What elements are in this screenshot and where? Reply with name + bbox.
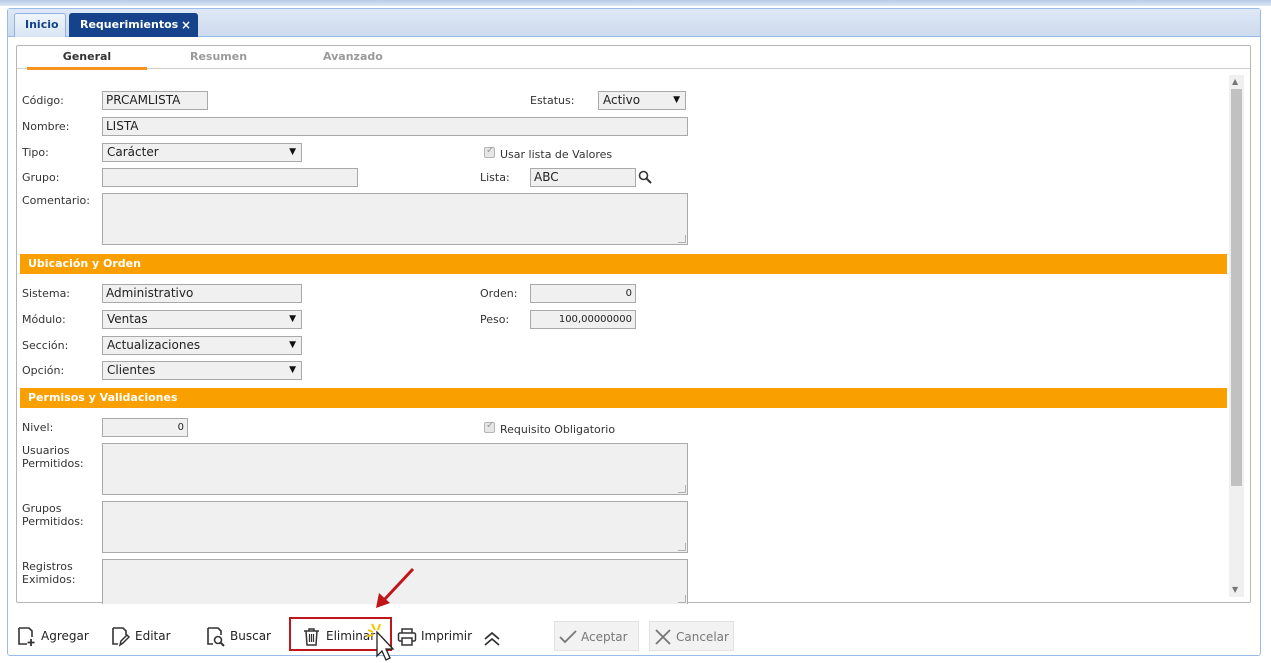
modulo-label: Módulo: [22,313,66,326]
comentario-label: Comentario: [22,194,90,207]
grupo-label: Grupo: [22,171,60,184]
usar-lista-label: Usar lista de Valores [500,148,613,161]
seccion-select[interactable]: Actualizaciones ▼ [102,336,302,355]
dropdown-caret-icon: ▼ [289,147,296,157]
red-arrow-annotation [376,567,415,608]
nombre-label: Nombre: [22,120,70,133]
tab-inicio[interactable]: Inicio [14,13,66,37]
close-icon[interactable]: × [181,14,191,36]
aceptar-button[interactable]: Aceptar [554,621,639,651]
tab-bar: Inicio Requerimientos × [8,9,1260,37]
dropdown-caret-icon: ▼ [289,314,296,324]
modulo-select[interactable]: Ventas ▼ [102,310,302,329]
usuarios-label: Usuarios Permitidos: [22,444,84,470]
scroll-up-icon[interactable]: ▲ [1232,77,1238,86]
tab-resumen[interactable]: Resumen [190,50,247,63]
grupo-field[interactable] [102,168,358,187]
subtab-bar: General Resumen Avanzado [17,46,1250,70]
orden-label: Orden: [480,287,518,300]
dropdown-caret-icon: ▼ [673,95,680,105]
search-icon[interactable] [638,170,652,184]
add-document-icon [18,627,35,646]
edit-document-icon [112,627,131,647]
peso-label: Peso: [480,313,510,326]
grupos-textarea[interactable] [102,501,688,553]
estatus-select[interactable]: Activo ▼ [598,91,686,110]
comentario-textarea[interactable] [102,193,688,245]
editar-button[interactable]: Editar [111,621,181,651]
seccion-label: Sección: [22,339,69,352]
nivel-label: Nivel: [22,421,54,434]
codigo-label: Código: [22,94,64,107]
printer-icon [397,628,417,646]
tab-avanzado[interactable]: Avanzado [323,50,383,63]
sistema-field[interactable]: Administrativo [102,284,302,303]
search-document-icon [207,627,225,647]
sistema-label: Sistema: [22,287,71,300]
form-panel: General Resumen Avanzado Código: PRCAMLI… [16,45,1251,604]
dropdown-caret-icon: ▼ [289,365,296,375]
lista-label: Lista: [480,171,510,184]
top-border [0,0,1271,6]
opcion-select[interactable]: Clientes ▼ [102,361,302,380]
buscar-button[interactable]: Buscar [206,621,276,651]
vertical-scrollbar[interactable]: ▲ ▼ [1229,75,1244,597]
tab-requerimientos[interactable]: Requerimientos × [69,13,198,37]
usuarios-textarea[interactable] [102,443,688,495]
peso-field[interactable]: 100,00000000 [530,310,636,329]
mouse-cursor-icon [366,623,395,661]
ubicacion-section-header: Ubicación y Orden [20,254,1227,274]
permisos-section-header: Permisos y Validaciones [20,388,1227,408]
lista-field[interactable]: ABC [530,168,636,187]
trash-icon [304,628,319,646]
requisito-checkbox[interactable] [484,420,495,433]
agregar-button[interactable]: Agregar [17,621,97,651]
main-window: Inicio Requerimientos × General Resumen … [7,8,1261,656]
dropdown-caret-icon: ▼ [289,340,296,350]
cancelar-button[interactable]: Cancelar [649,621,734,651]
tipo-select[interactable]: Carácter ▼ [102,143,302,162]
action-toolbar: Agregar Editar Buscar Eliminar Imprimir … [8,611,1260,655]
scrollbar-thumb[interactable] [1231,89,1242,486]
scroll-down-icon[interactable]: ▼ [1232,585,1238,594]
codigo-field[interactable]: PRCAMLISTA [102,91,208,110]
double-chevron-up-icon[interactable] [482,631,502,647]
usar-lista-checkbox[interactable] [484,145,495,158]
imprimir-button[interactable]: Imprimir [397,621,477,651]
grupos-label: Grupos Permitidos: [22,502,84,528]
requisito-label: Requisito Obligatorio [500,423,616,436]
estatus-label: Estatus: [530,94,575,107]
registros-label: Registros Eximidos: [22,560,76,586]
nivel-field[interactable]: 0 [102,418,188,437]
tipo-label: Tipo: [22,146,49,159]
tab-general[interactable]: General [27,50,147,70]
opcion-label: Opción: [22,364,65,377]
x-icon [655,629,671,645]
orden-field[interactable]: 0 [530,284,636,303]
nombre-field[interactable]: LISTA [102,117,688,136]
checkmark-icon [559,630,577,644]
